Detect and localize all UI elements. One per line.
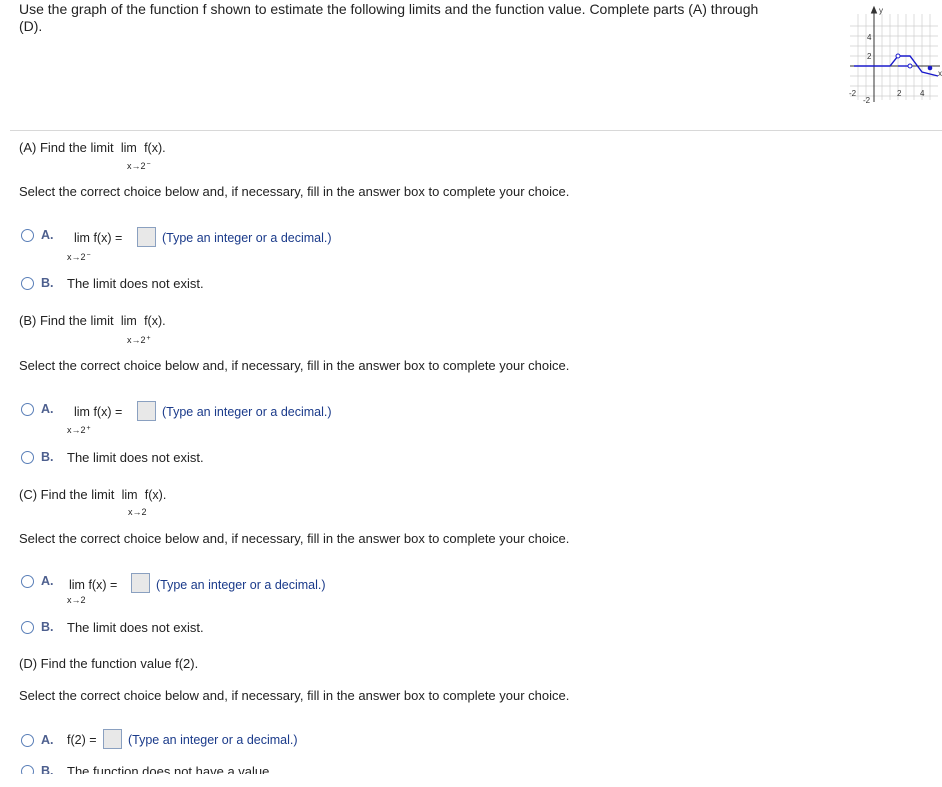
y-tick-neg2: -2 (863, 96, 871, 104)
part-c-func: f(x). (144, 488, 167, 502)
x-tick-4: 4 (920, 89, 925, 98)
part-b-lim-subscript: x→2+ (127, 335, 151, 345)
part-c-lim: lim (121, 488, 138, 502)
open-point-lower (907, 63, 913, 69)
part-b-choice-b-text: The limit does not exist. (67, 450, 204, 465)
part-b-choice-b-radio[interactable] (21, 451, 34, 464)
graph-grid (850, 14, 938, 100)
part-d-choice-a-expr: f(2) = (67, 733, 97, 747)
open-point-upper (895, 53, 901, 59)
x-tick-2: 2 (897, 89, 902, 98)
y-tick-4: 4 (867, 33, 872, 42)
part-d-choice-b-row: B. The function does not have a value. (0, 765, 942, 774)
part-d-choice-b-letter: B. (41, 765, 54, 774)
instructions-line-2: (D). (19, 18, 43, 34)
part-a-choice-a-radio[interactable] (21, 229, 34, 242)
part-a-func: f(x). (144, 141, 166, 155)
part-b-choice-a-hint: (Type an integer or a decimal.) (162, 405, 332, 419)
part-a-choice-a-expr: lim f(x) = (74, 231, 123, 245)
part-a-select-text: Select the correct choice below and, if … (19, 184, 570, 199)
part-b-choice-a-radio[interactable] (21, 403, 34, 416)
part-c-choice-a-expr: lim f(x) = (69, 578, 118, 592)
part-b-func: f(x). (144, 314, 166, 328)
part-a-choice-a-hint: (Type an integer or a decimal.) (162, 231, 332, 245)
part-d-prompt: (D) Find the function value f(2). (19, 656, 199, 671)
part-c-choice-a-radio[interactable] (21, 575, 34, 588)
part-a-choice-a-subscript: x→2− (67, 252, 91, 262)
function-graph-thumbnail[interactable]: y x 4 2 -2 -2 2 4 (846, 4, 942, 104)
part-d-select-text: Select the correct choice below and, if … (19, 688, 570, 703)
part-b-answer-box[interactable] (137, 401, 156, 421)
part-c-choice-b-radio[interactable] (21, 621, 34, 634)
graph-axes (850, 5, 940, 102)
part-d-choice-a-letter: A. (41, 733, 54, 747)
part-c-lim-subscript: x→2 (128, 507, 147, 517)
part-c-choice-b-text: The limit does not exist. (67, 620, 204, 635)
part-b-choice-a-subscript: x→2+ (67, 425, 91, 435)
y-axis-label: y (879, 6, 883, 15)
part-b-lim: lim (120, 314, 137, 328)
part-d-choice-b-text: The function does not have a value. (67, 765, 273, 774)
part-d-choice-a-radio[interactable] (21, 734, 34, 747)
part-b-choice-a-letter: A. (41, 402, 54, 416)
part-a-choice-a-letter: A. (41, 228, 54, 242)
part-d-answer-box[interactable] (103, 729, 122, 749)
part-a-lim-subscript: x→2− (127, 161, 151, 171)
closed-point (927, 65, 933, 71)
part-a-choice-b-radio[interactable] (21, 277, 34, 290)
part-b-choice-b-letter: B. (41, 450, 54, 464)
part-a-choice-b-letter: B. (41, 276, 54, 290)
y-tick-2: 2 (867, 52, 872, 61)
part-c-select-text: Select the correct choice below and, if … (19, 531, 570, 546)
header-divider (10, 130, 942, 131)
instructions-line-1: Use the graph of the function f shown to… (19, 1, 759, 17)
part-c-choice-a-letter: A. (41, 574, 54, 588)
part-d-choice-b-radio[interactable] (21, 765, 34, 774)
part-c-answer-box[interactable] (131, 573, 150, 593)
part-a-prompt: (A) Find the limit lim f(x). (19, 140, 166, 155)
part-c-choice-b-letter: B. (41, 620, 54, 634)
part-b-select-text: Select the correct choice below and, if … (19, 358, 570, 373)
part-a-choice-b-text: The limit does not exist. (67, 276, 204, 291)
part-c-prompt: (C) Find the limit lim f(x). (19, 487, 167, 502)
part-c-choice-a-hint: (Type an integer or a decimal.) (156, 578, 326, 592)
part-b-choice-a-expr: lim f(x) = (74, 405, 123, 419)
part-c-choice-a-subscript: x→2 (67, 595, 86, 605)
part-d-choice-a-hint: (Type an integer or a decimal.) (128, 733, 298, 747)
part-b-prompt: (B) Find the limit lim f(x). (19, 313, 166, 328)
x-tick-neg2: -2 (849, 89, 857, 98)
part-a-answer-box[interactable] (137, 227, 156, 247)
x-axis-label: x (938, 69, 942, 78)
part-a-lim: lim (120, 141, 137, 155)
instructions: Use the graph of the function f shown to… (19, 1, 819, 35)
